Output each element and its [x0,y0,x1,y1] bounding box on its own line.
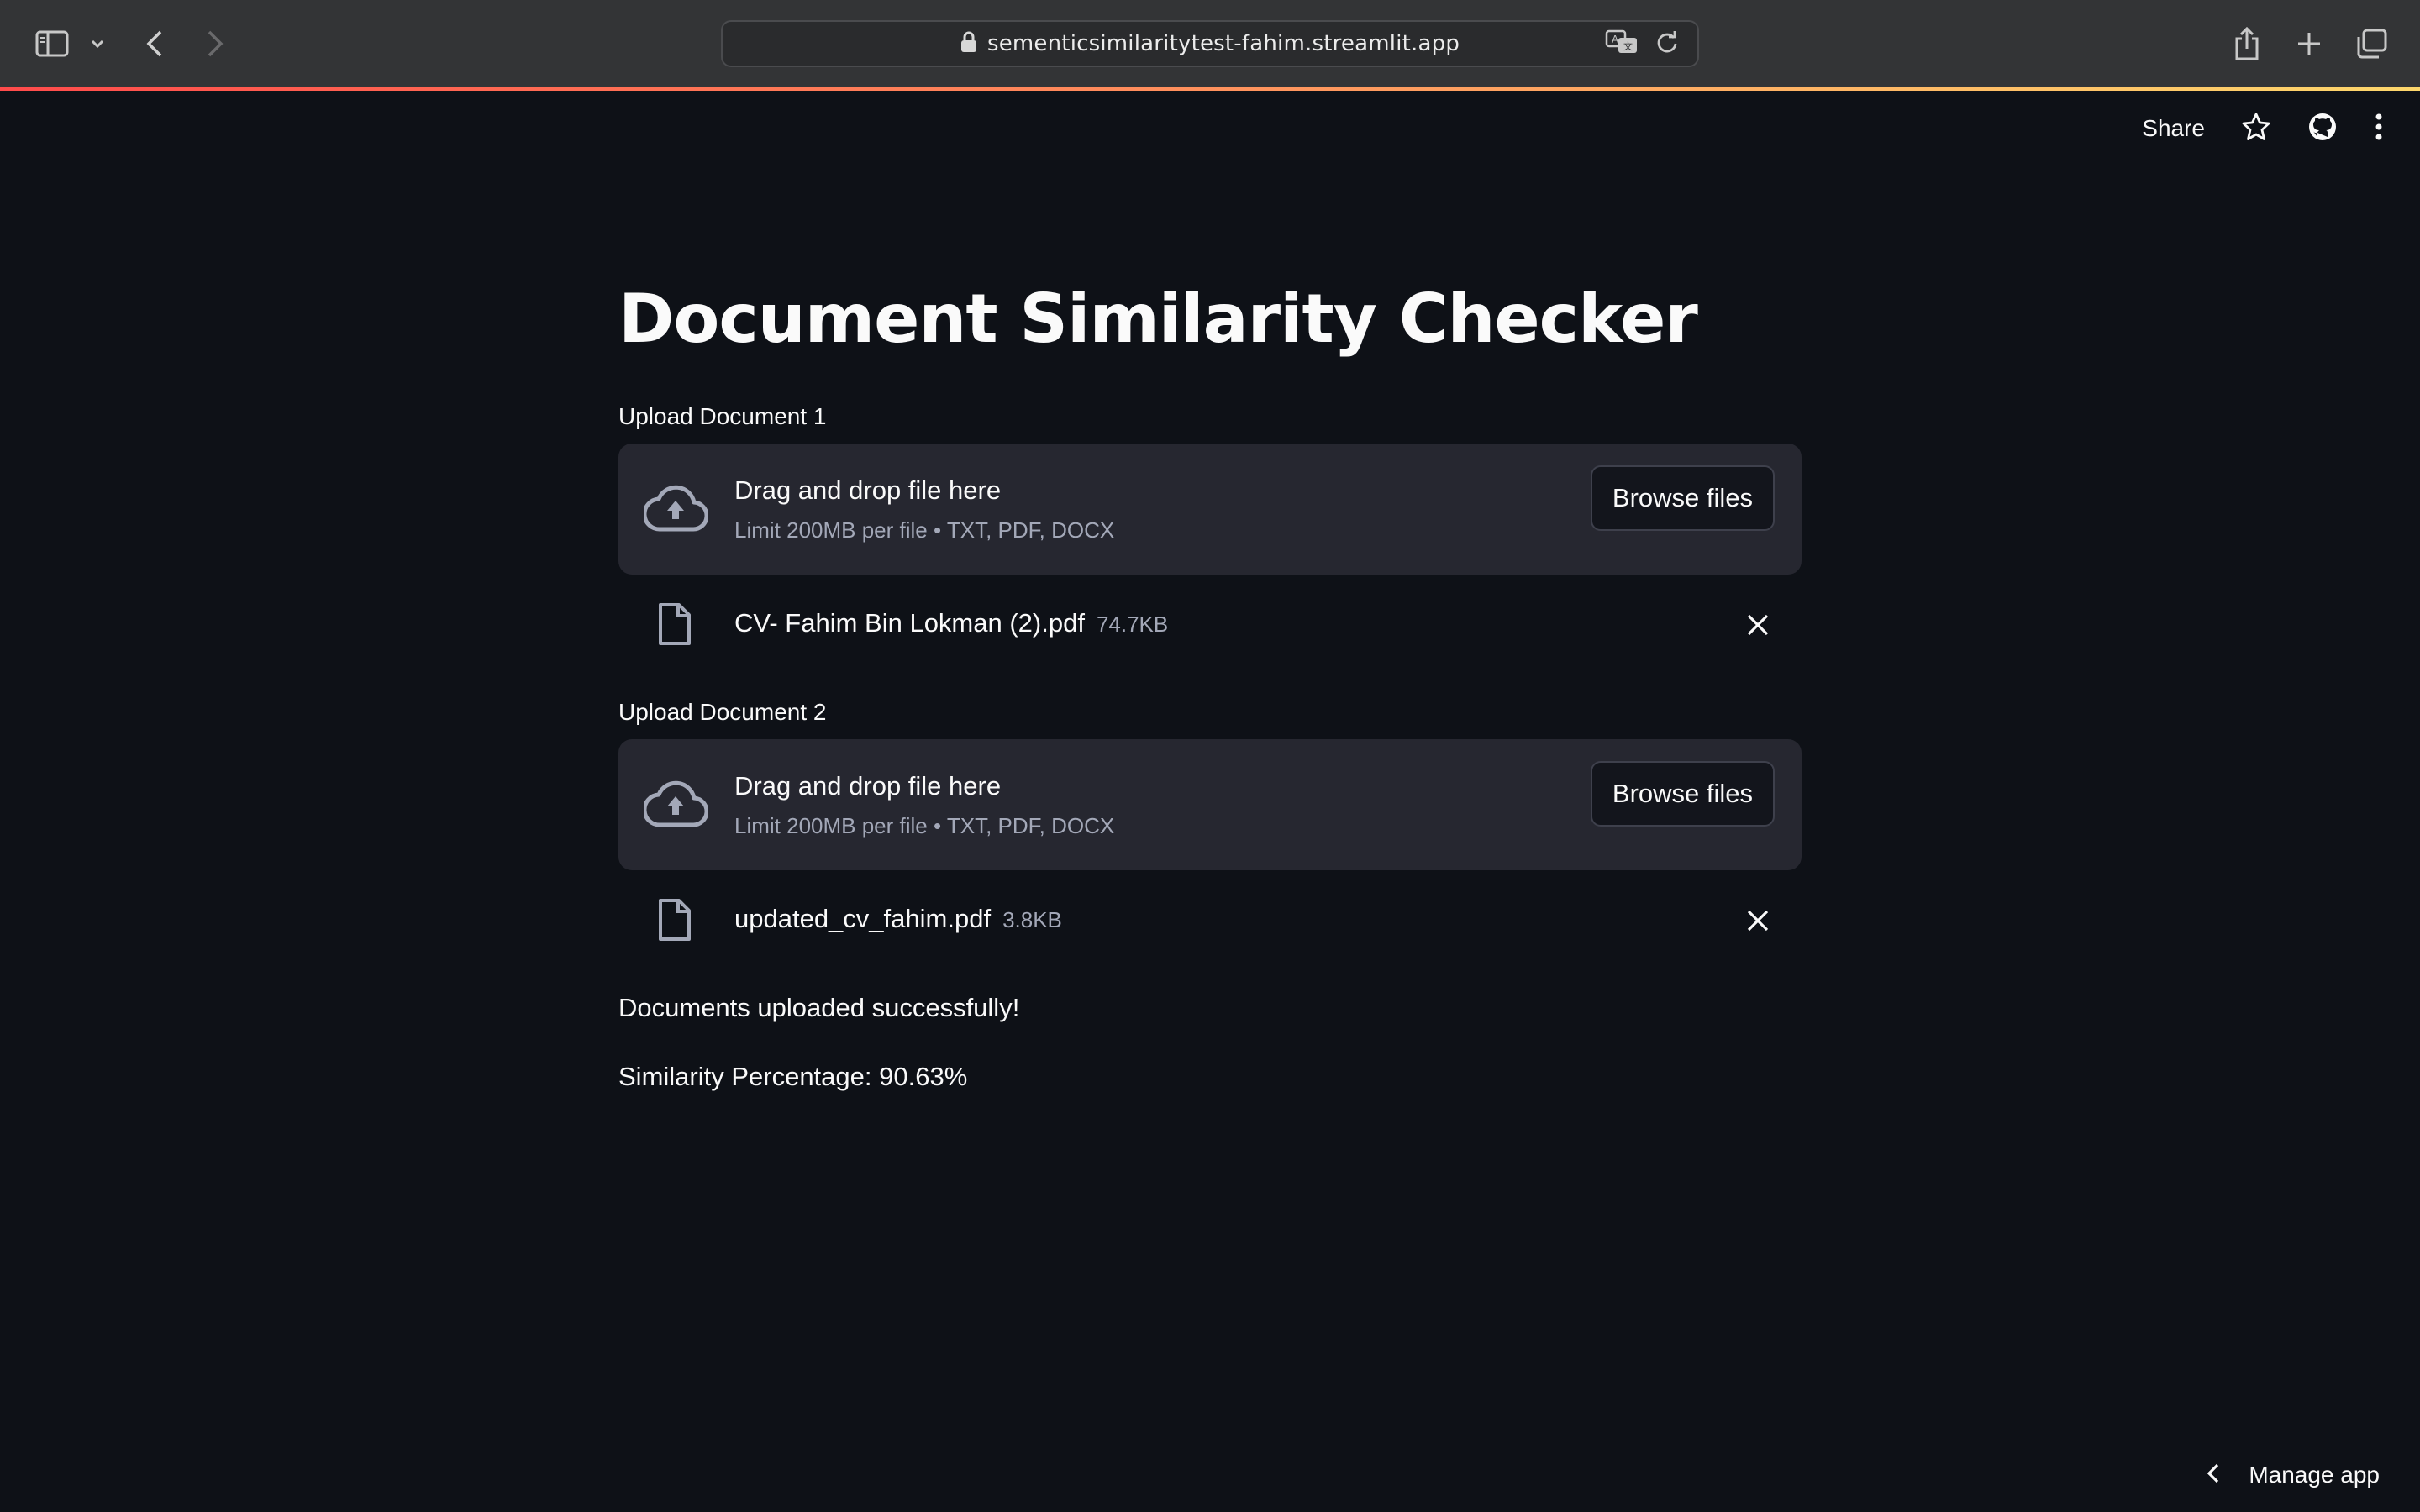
file-name: CV- Fahim Bin Lokman (2).pdf 74.7KB [734,608,1168,638]
file-size: 3.8KB [1002,907,1062,932]
forward-icon[interactable] [202,22,229,66]
browse-files-button[interactable]: Browse files [1590,465,1775,531]
reload-icon[interactable] [1655,30,1679,57]
svg-text:文: 文 [1623,40,1633,52]
cloud-upload-icon [642,484,709,536]
browser-toolbar: sementicsimilaritytest-fahim.streamlit.a… [0,0,2420,87]
uploaded-file-row: CV- Fahim Bin Lokman (2).pdf 74.7KB [618,591,1802,659]
dropzone-subtitle: Limit 200MB per file • TXT, PDF, DOCX [734,517,1115,543]
app-loading-bar [0,87,2420,91]
lock-icon [960,31,977,56]
close-icon [1747,614,1769,636]
more-menu-icon[interactable] [2375,113,2383,144]
dropzone-title: Drag and drop file here [734,475,1002,505]
back-icon[interactable] [141,22,168,66]
status-message: Documents uploaded successfully! [618,993,1020,1022]
page-title: Document Similarity Checker [618,280,1698,358]
file-dropzone-2[interactable]: Drag and drop file here Limit 200MB per … [618,739,1802,870]
cloud-upload-icon [642,780,709,832]
file-name-text: updated_cv_fahim.pdf [734,904,992,933]
url-text: sementicsimilaritytest-fahim.streamlit.a… [986,31,1460,56]
manage-app-button[interactable]: Manage app [2207,1462,2380,1488]
file-dropzone-1[interactable]: Drag and drop file here Limit 200MB per … [618,444,1802,575]
chevron-down-icon[interactable] [87,22,108,66]
file-name-text: CV- Fahim Bin Lokman (2).pdf [734,608,1085,638]
chevron-left-icon [2207,1462,2220,1488]
main-content: Document Similarity Checker Upload Docum… [618,277,1802,1091]
file-name: updated_cv_fahim.pdf 3.8KB [734,904,1062,934]
remove-file-button[interactable] [1743,610,1773,640]
similarity-result: Similarity Percentage: 90.63% [618,1062,968,1091]
share-button[interactable]: Share [2142,115,2205,142]
star-icon[interactable] [2242,113,2270,144]
share-icon[interactable] [2232,22,2262,66]
upload-label-2: Upload Document 2 [618,699,827,725]
translate-icon[interactable]: A文 [1605,29,1639,58]
sidebar-toggle-icon[interactable] [34,22,71,66]
tab-overview-icon[interactable] [2354,22,2388,66]
svg-text:A: A [1612,34,1619,45]
file-icon [657,601,692,650]
browse-files-button[interactable]: Browse files [1590,761,1775,827]
new-tab-icon[interactable] [2294,22,2324,66]
uploaded-file-row: updated_cv_fahim.pdf 3.8KB [618,887,1802,954]
dropzone-title: Drag and drop file here [734,771,1002,801]
address-bar[interactable]: sementicsimilaritytest-fahim.streamlit.a… [721,20,1699,67]
app-header: Share [2142,109,2383,148]
upload-label-1: Upload Document 1 [618,403,827,429]
file-icon [657,897,692,946]
file-size: 74.7KB [1096,612,1169,637]
close-icon [1747,910,1769,932]
manage-app-label: Manage app [2249,1462,2380,1488]
github-icon[interactable] [2307,112,2338,145]
remove-file-button[interactable] [1743,906,1773,936]
dropzone-subtitle: Limit 200MB per file • TXT, PDF, DOCX [734,813,1115,838]
